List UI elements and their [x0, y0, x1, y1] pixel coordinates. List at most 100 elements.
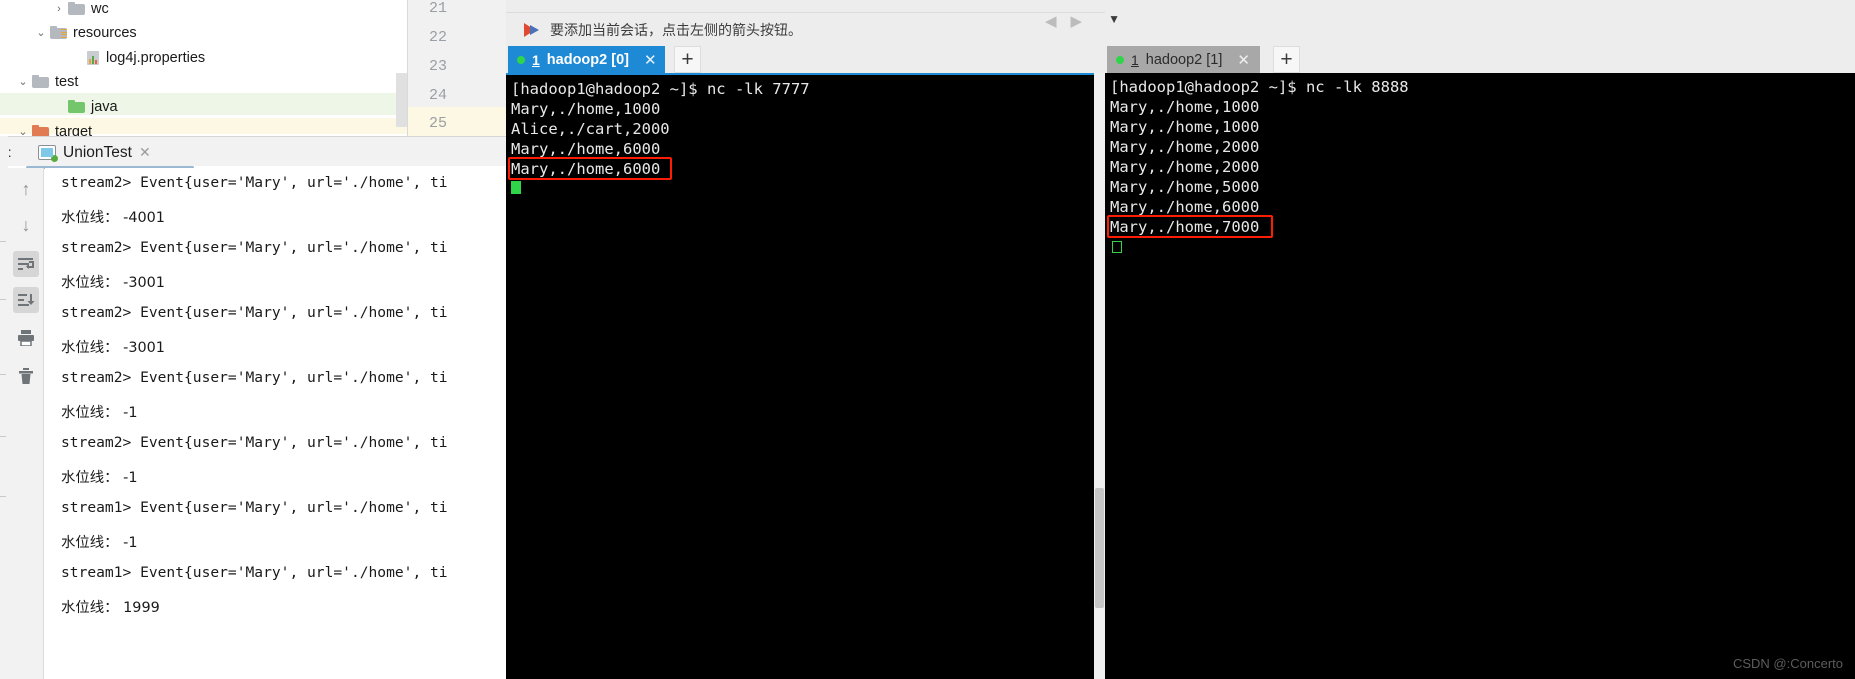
folder-green-icon: [68, 100, 85, 113]
tab-index: 1: [532, 51, 540, 68]
session-notice-bar: 要添加当前会话，点击左侧的箭头按钮。: [506, 13, 1105, 46]
chevron-down-icon[interactable]: ⌄: [14, 125, 32, 136]
tree-item-resources[interactable]: ⌄ resources: [32, 20, 137, 45]
tab-title: hadoop2 [0]: [546, 51, 629, 68]
terminal-tab-hadoop2-0[interactable]: 1 hadoop2 [0] ✕: [508, 46, 665, 73]
terminal-line: Mary,./home,1000: [511, 100, 661, 118]
terminal-line: Mary,./home,5000: [1110, 178, 1260, 196]
line-number: 24: [428, 87, 447, 104]
terminal-line: Mary,./home,6000: [1110, 198, 1260, 216]
ide-left-column: › wc ⌄ resources log4j.properties ⌄ test: [0, 0, 507, 679]
tree-item-label: resources: [73, 24, 137, 41]
screenshot-root: › wc ⌄ resources log4j.properties ⌄ test: [0, 0, 1855, 679]
soft-wrap-icon[interactable]: [13, 251, 39, 277]
console-line: stream2> Event{user='Mary', url='./home'…: [61, 174, 448, 191]
console-line: 水位线： -1: [61, 535, 138, 551]
folder-icon: [68, 2, 85, 15]
terminal-line: Mary,./home,1000: [1110, 118, 1260, 136]
nav-prev-icon[interactable]: ◀: [1045, 12, 1057, 30]
watermark: CSDN @:Concerto: [1732, 656, 1843, 671]
console-line: stream2> Event{user='Mary', url='./home'…: [61, 369, 448, 386]
folder-icon: [32, 75, 49, 88]
tree-item-label: test: [55, 73, 79, 90]
tree-item-log4j-properties[interactable]: log4j.properties: [86, 45, 205, 70]
console-line: 水位线： -4001: [61, 210, 165, 226]
new-tab-button[interactable]: +: [674, 46, 701, 73]
folder-resources-icon: [50, 26, 67, 39]
terminal-cursor: [1112, 241, 1122, 253]
printer-glyph: [18, 330, 34, 346]
console-line: stream2> Event{user='Mary', url='./home'…: [61, 434, 448, 451]
gutter-current-line: [408, 107, 507, 136]
right-topbar: ◀ ▶ ▼: [1045, 0, 1855, 46]
soft-wrap-glyph: [17, 258, 34, 270]
tree-item-wc[interactable]: › wc: [50, 0, 109, 21]
terminal-line: Alice,./cart,2000: [511, 120, 670, 138]
trash-glyph: [19, 367, 33, 384]
close-icon[interactable]: ✕: [1237, 51, 1250, 69]
tree-item-label: log4j.properties: [106, 49, 206, 66]
tool-window-edge: [0, 136, 8, 679]
console-toolbar: ↑ ↓: [8, 168, 44, 679]
terminal-tab-hadoop2-1[interactable]: 1 hadoop2 [1] ✕: [1107, 46, 1260, 73]
close-icon[interactable]: ✕: [139, 144, 151, 161]
console-line: stream2> Event{user='Mary', url='./home'…: [61, 304, 448, 321]
console-line: 水位线： -3001: [61, 340, 165, 356]
tree-scrollbar-thumb[interactable]: [396, 73, 407, 127]
annotation-red-box: [1107, 215, 1273, 238]
tree-item-label: java: [91, 98, 118, 115]
notice-text: 要添加当前会话，点击左侧的箭头按钮。: [550, 22, 802, 39]
line-number: 23: [428, 58, 447, 75]
print-icon[interactable]: [13, 325, 39, 351]
center-terminal-tabbar: 1 hadoop2 [0] ✕ +: [506, 46, 1105, 73]
tree-item-label: wc: [91, 0, 109, 17]
console-output[interactable]: stream2> Event{user='Mary', url='./home'…: [45, 168, 506, 679]
chevron-down-icon[interactable]: ⌄: [32, 26, 50, 39]
status-dot-icon: [1116, 55, 1124, 64]
tree-item-java[interactable]: java: [50, 94, 118, 119]
console-line: 水位线： -3001: [61, 275, 165, 291]
console-line: stream1> Event{user='Mary', url='./home'…: [61, 564, 448, 581]
tab-index: 1: [1131, 51, 1139, 68]
run-configuration-icon: [38, 145, 58, 162]
tab-nav-arrows[interactable]: ◀ ▶ ▼: [1045, 12, 1120, 30]
chevron-down-icon[interactable]: ▼: [1108, 12, 1120, 30]
trash-icon[interactable]: [13, 363, 39, 389]
tab-union-test[interactable]: UnionTest ✕: [38, 140, 151, 165]
console-line: 水位线： -1: [61, 405, 138, 421]
terminal-line: Mary,./home,2000: [1110, 158, 1260, 176]
properties-file-icon: [86, 50, 100, 66]
terminal-cursor: [511, 181, 521, 194]
line-number: 22: [428, 29, 447, 46]
run-tool-window-header: n: UnionTest ✕: [0, 136, 506, 169]
editor-gutter: 21 22 23 24 25 25: [407, 0, 507, 136]
right-terminal-panel: ◀ ▶ ▼ 1 hadoop2 [1] ✕ + [hadoop1@hadoop2…: [1045, 0, 1855, 679]
close-icon[interactable]: ✕: [644, 51, 657, 69]
center-terminal-panel: 要添加当前会话，点击左侧的箭头按钮。 1 hadoop2 [0] ✕ + [ha…: [506, 0, 1105, 679]
folder-orange-icon: [32, 125, 49, 136]
arrow-down-icon[interactable]: ↓: [13, 212, 39, 238]
annotation-red-box: [508, 157, 672, 180]
arrow-up-icon[interactable]: ↑: [13, 176, 39, 202]
line-number: 21: [428, 0, 447, 17]
terminal-line: Mary,./home,1000: [1110, 98, 1260, 116]
tree-item-target[interactable]: ⌄ target: [14, 119, 92, 136]
line-number-current: 25: [428, 115, 447, 132]
terminal-line: [hadoop1@hadoop2 ~]$ nc -lk 7777: [511, 80, 810, 98]
run-tab-label: UnionTest: [63, 143, 132, 161]
scroll-to-end-icon[interactable]: [13, 287, 39, 313]
terminal-line: Mary,./home,2000: [1110, 138, 1260, 156]
chevron-down-icon[interactable]: ⌄: [14, 75, 32, 88]
scroll-end-glyph: [17, 294, 34, 306]
terminal-line: [hadoop1@hadoop2 ~]$ nc -lk 8888: [1110, 78, 1409, 96]
top-breadcrumb-strip: [506, 0, 1105, 13]
center-terminal-body[interactable]: [hadoop1@hadoop2 ~]$ nc -lk 7777 Mary,./…: [506, 73, 1094, 679]
tree-item-test[interactable]: ⌄ test: [14, 69, 78, 94]
chevron-right-icon[interactable]: ›: [50, 3, 68, 15]
nav-next-icon[interactable]: ▶: [1071, 12, 1083, 30]
tab-title: hadoop2 [1]: [1145, 51, 1223, 68]
right-terminal-body[interactable]: [hadoop1@hadoop2 ~]$ nc -lk 8888 Mary,./…: [1105, 73, 1855, 679]
new-tab-button[interactable]: +: [1273, 46, 1300, 73]
center-terminal-scrollbar[interactable]: [1094, 73, 1105, 679]
right-terminal-tabbar: 1 hadoop2 [1] ✕ +: [1105, 46, 1855, 73]
